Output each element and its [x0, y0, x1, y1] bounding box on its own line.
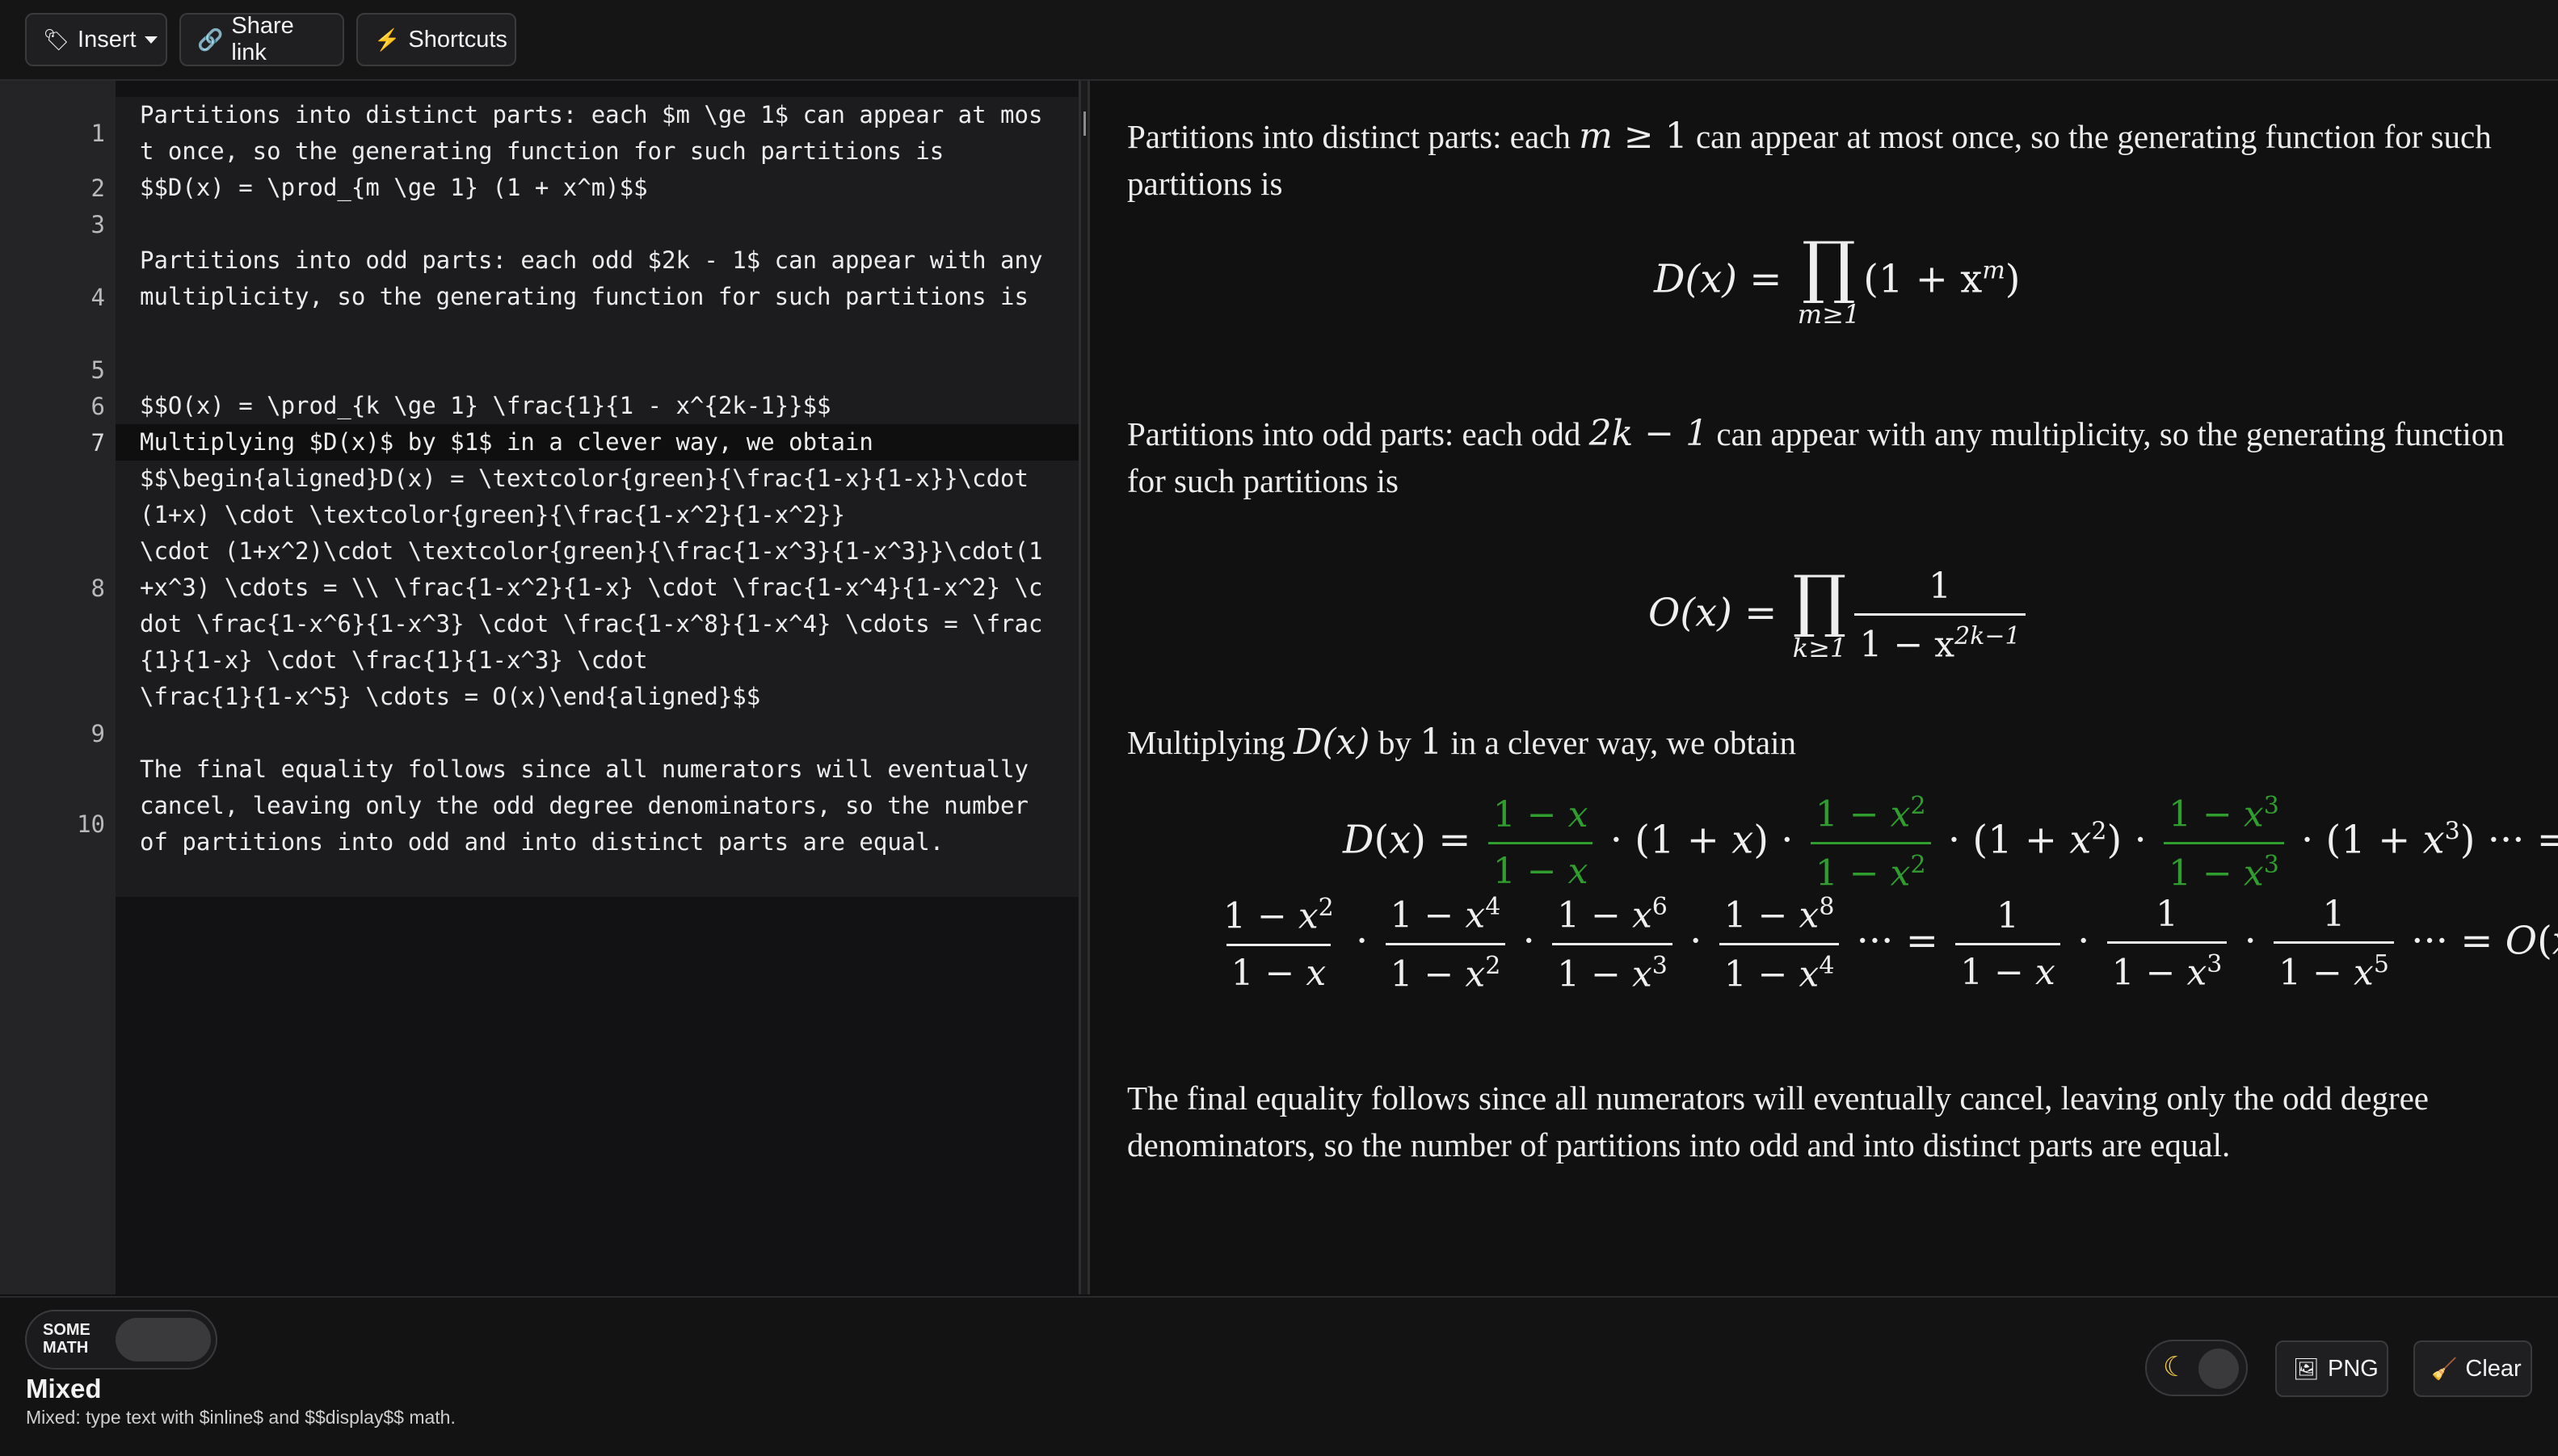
lightning-icon: ⚡ — [374, 27, 401, 52]
text-run: Partitions into distinct parts: each — [1127, 118, 1580, 155]
preview-paragraph-4: The final equality follows since all num… — [1127, 1079, 2429, 1164]
inline-math: ≥ 1 — [1612, 116, 1688, 157]
pane-resize-handle[interactable] — [1079, 81, 1090, 1294]
display-equation-1: D(x) = ∏ m≥1 (1 + xm) — [1654, 227, 2021, 330]
clear-button[interactable]: 🧹 Clear — [2413, 1340, 2532, 1397]
tag-icon: 🏷 — [43, 27, 70, 52]
editor-line[interactable]: 8 $$\begin{aligned}D(x) = \textcolor{gre… — [0, 461, 1079, 715]
editor-line[interactable]: 6 $$O(x) = \prod_{k \ge 1} \frac{1}{1 - … — [0, 388, 1079, 424]
text-run: by — [1369, 724, 1420, 761]
line-number: 7 — [90, 428, 105, 457]
line-number: 10 — [77, 810, 105, 838]
editor-line[interactable]: 3 — [0, 206, 1079, 242]
inline-math: m — [1579, 116, 1613, 157]
inline-math: D(x) — [1294, 722, 1370, 763]
clear-label: Clear — [2465, 1355, 2522, 1382]
source-editor[interactable]: 1 Partitions into distinct parts: each $… — [0, 81, 1079, 1294]
math-mode-toggle[interactable]: SOME MATH — [25, 1310, 217, 1370]
editor-line[interactable]: 2 $$D(x) = \prod_{m \ge 1} (1 + x^m)$$ — [0, 170, 1079, 206]
line-number: 4 — [90, 283, 105, 311]
mode-toggle-label: SOME MATH — [43, 1321, 90, 1357]
line-text: Partitions into odd parts: each odd $2k … — [140, 246, 1057, 310]
display-equation-2: O(x) = ∏ k≥1 1 1 − x2k−1 — [1648, 566, 2030, 666]
text-run: Multiplying — [1127, 724, 1294, 761]
line-number: 8 — [90, 574, 105, 602]
aligned-equation-row-2: 1 − x2 1 − x · 1 − x4 1 − x2 · 1 − x6 1 − x… — [1223, 893, 2558, 995]
preview-paragraph-3: Multiplying D(x) by 1 in a clever way, w… — [1127, 719, 2517, 766]
aligned-equation-row-1: D(x) = 1 − x1 − x · (1 + x) · 1 − x2 1 − … — [1343, 792, 2558, 894]
png-label: PNG — [2328, 1355, 2379, 1382]
preview-paragraph-1: Partitions into distinct parts: each m ≥… — [1127, 113, 2517, 207]
product-symbol: ∏ m≥1 — [1797, 227, 1861, 330]
fraction: 11 − x2k−1 — [1854, 566, 2026, 666]
inline-math: 2k − 1 — [1588, 413, 1709, 454]
toggle-knob — [116, 1318, 211, 1361]
eq-lhs: D(x) = — [1654, 256, 1794, 302]
broom-icon: 🧹 — [2431, 1356, 2458, 1381]
inline-math: 1 — [1420, 722, 1443, 763]
line-text: Multiplying $D(x)$ by $1$ in a clever wa… — [140, 428, 873, 456]
rendered-preview: Partitions into distinct parts: each m ≥… — [1092, 81, 2558, 1294]
eq-close: ) — [2005, 256, 2021, 302]
editor-line-active[interactable]: 7 Multiplying $D(x)$ by $1$ in a clever … — [0, 424, 1079, 461]
eq-lhs: O(x) = — [1648, 590, 1790, 636]
text-run: in a clever way, we obtain — [1442, 724, 1797, 761]
preview-paragraph-2: Partitions into odd parts: each odd 2k −… — [1127, 410, 2517, 504]
shortcuts-label: Shortcuts — [408, 26, 507, 53]
eq-factor: (1 + x — [1863, 256, 1983, 302]
toggle-knob — [2198, 1349, 2239, 1389]
line-number: 9 — [90, 719, 105, 747]
moon-icon: ☾ — [2163, 1351, 2188, 1383]
theme-toggle[interactable]: ☾ — [2145, 1340, 2248, 1396]
share-link-label: Share link — [231, 13, 294, 65]
line-text: $$D(x) = \prod_{m \ge 1} (1 + x^m)$$ — [140, 174, 648, 201]
line-text: Partitions into distinct parts: each $m … — [140, 101, 1043, 165]
share-link-button[interactable]: 🔗 Share link — [179, 13, 344, 66]
grip-icon — [1083, 112, 1086, 136]
editor-line[interactable]: 4 Partitions into odd parts: each odd $2… — [0, 242, 1079, 351]
product-subscript: k≥1 — [1792, 632, 1847, 663]
eq-exponent: m — [1982, 256, 2005, 285]
mode-title: Mixed — [26, 1374, 102, 1403]
editor-line[interactable]: 5 — [0, 351, 1079, 388]
line-number: 6 — [90, 392, 105, 420]
line-text: The final equality follows since all num… — [140, 755, 1043, 856]
text-run: Partitions into odd parts: each odd — [1127, 415, 1589, 452]
image-icon: 🖼 — [2293, 1356, 2320, 1381]
insert-label: Insert — [78, 26, 137, 53]
insert-button[interactable]: 🏷 Insert — [25, 13, 167, 66]
png-export-button[interactable]: 🖼 PNG — [2275, 1340, 2388, 1397]
line-number: 3 — [90, 210, 105, 238]
product-symbol: ∏ k≥1 — [1792, 560, 1847, 663]
link-icon: 🔗 — [197, 27, 224, 52]
editor-line[interactable]: 10 The final equality follows since all … — [0, 751, 1079, 897]
shortcuts-button[interactable]: ⚡ Shortcuts — [356, 13, 516, 66]
line-number: 2 — [90, 174, 105, 202]
chevron-down-icon — [144, 36, 158, 44]
product-subscript: m≥1 — [1797, 299, 1861, 330]
toolbar: 🏷 Insert 🔗 Share link ⚡ Shortcuts — [0, 0, 2558, 81]
editor-line[interactable]: 9 — [0, 715, 1079, 751]
line-text: $$O(x) = \prod_{k \ge 1} \frac{1}{1 - x^… — [140, 392, 831, 419]
editor-line[interactable]: 1 Partitions into distinct parts: each $… — [0, 97, 1079, 170]
line-text: $$\begin{aligned}D(x) = \textcolor{green… — [140, 465, 1043, 710]
mode-hint: Mixed: type text with $inline$ and $$dis… — [26, 1407, 456, 1428]
line-number: 1 — [90, 120, 105, 147]
line-number: 5 — [90, 356, 105, 384]
